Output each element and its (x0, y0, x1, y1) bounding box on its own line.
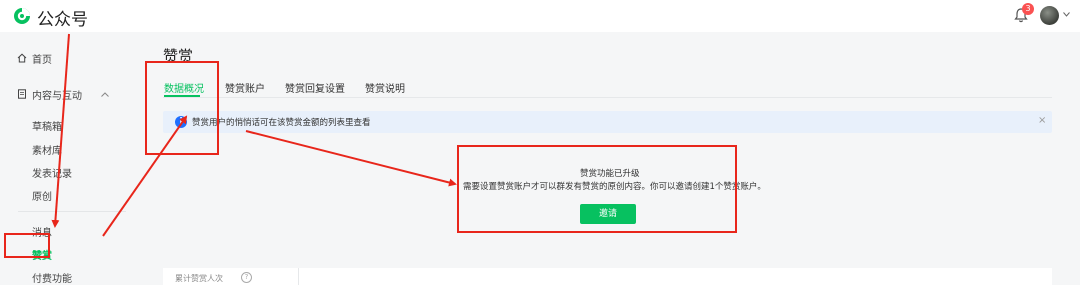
stats-divider (298, 268, 299, 285)
sidebar (0, 32, 130, 285)
info-icon: i (175, 116, 187, 128)
stats-label: 累计赞赏人次 (175, 274, 223, 283)
chevron-down-icon[interactable] (1063, 12, 1070, 17)
annotation-overlay (4, 33, 737, 258)
sidebar-item-home[interactable]: 首页 (32, 51, 52, 66)
tab-reward-account[interactable]: 赞赏账户 (225, 80, 265, 95)
sidebar-item-paid-features[interactable]: 付费功能 (32, 270, 72, 285)
top-bar: 公众号 3 (0, 0, 1080, 32)
document-icon (18, 89, 26, 99)
page-title: 赞赏 (163, 47, 194, 65)
annotation-box-tab (145, 61, 219, 155)
tab-reward-reply-settings[interactable]: 赞赏回复设置 (285, 80, 345, 95)
upgrade-title: 赞赏功能已升级 (580, 169, 640, 179)
annotation-arrow-right (245, 130, 457, 187)
chevron-up-icon[interactable] (101, 92, 109, 97)
brand-name[interactable]: 公众号 (37, 5, 88, 30)
sidebar-item-publish-records[interactable]: 发表记录 (32, 165, 72, 180)
notice-banner: i 赞赏用户的悄悄话可在该赞赏金额的列表里查看 × (163, 111, 1052, 133)
upgrade-description: 需要设置赞赏账户才可以群发有赞赏的原创内容。你可以邀请创建1个赞赏账户。 (463, 182, 766, 192)
sidebar-divider (18, 211, 126, 212)
notification-badge: 3 (1022, 3, 1034, 15)
close-icon[interactable]: × (1038, 115, 1046, 126)
tab-data-overview[interactable]: 数据概况 (164, 80, 204, 95)
sidebar-item-original[interactable]: 原创 (32, 188, 52, 203)
home-icon (17, 53, 27, 63)
invite-button[interactable]: 邀请 (580, 204, 636, 224)
help-icon[interactable]: ? (241, 272, 252, 283)
logo-icon[interactable] (13, 7, 31, 25)
sidebar-item-drafts[interactable]: 草稿箱 (32, 118, 62, 133)
sidebar-item-messages[interactable]: 消息 (32, 224, 52, 239)
sidebar-group-content[interactable]: 内容与互动 (32, 87, 82, 102)
notice-text: 赞赏用户的悄悄话可在该赞赏金额的列表里查看 (192, 118, 371, 128)
stats-card: 累计赞赏人次 ? (163, 268, 1052, 285)
avatar[interactable] (1040, 6, 1059, 25)
sidebar-item-reward[interactable]: 赞赏 (32, 247, 52, 262)
tab-reward-description[interactable]: 赞赏说明 (365, 80, 405, 95)
tabs-divider (163, 97, 1052, 98)
sidebar-item-materials[interactable]: 素材库 (32, 142, 62, 157)
